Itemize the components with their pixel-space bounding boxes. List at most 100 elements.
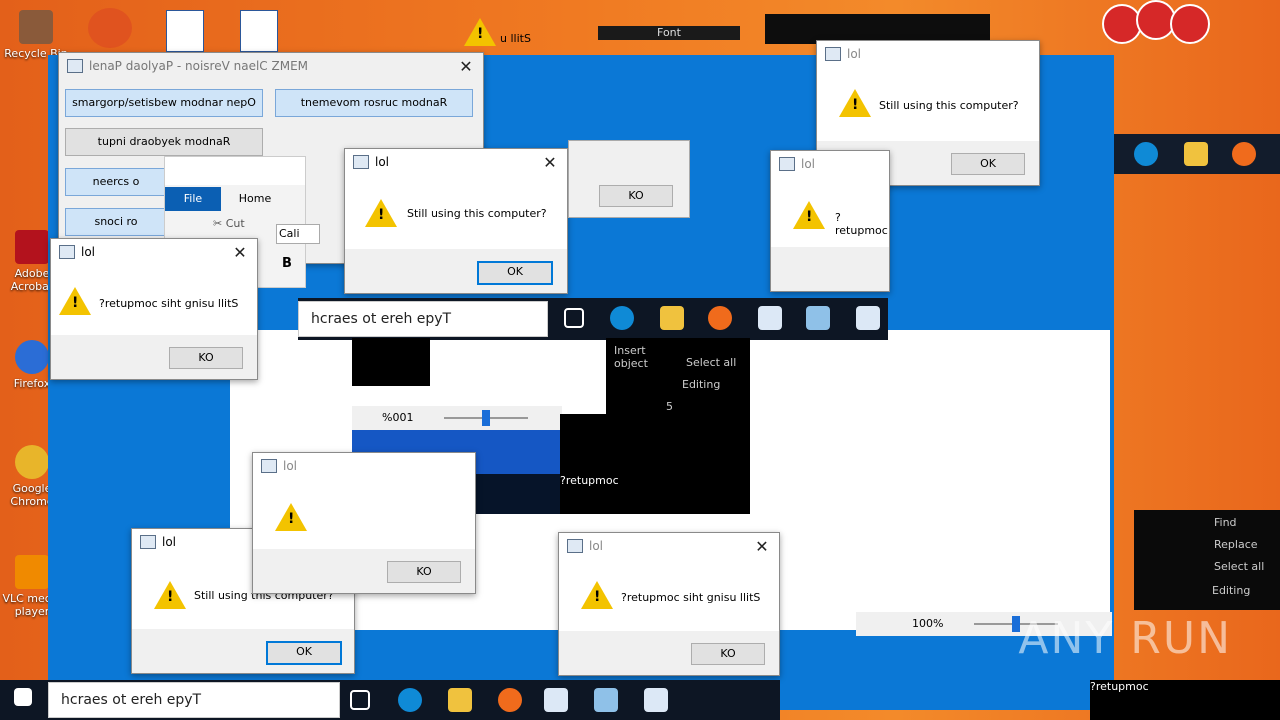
zoom-level: 100% [912,617,944,630]
file-explorer-icon[interactable] [1184,142,1208,166]
dialog-title: lol [847,47,862,61]
dialog-message: Still using this computer? [879,99,1019,112]
edge-icon[interactable] [1134,142,1158,166]
dialog-bottom-mid-fragment[interactable]: lol ! KO [252,452,476,594]
close-icon[interactable]: ✕ [449,57,483,76]
bottom-right-black: ?retupmoc [1090,680,1280,720]
ok-button[interactable]: OK [477,261,553,285]
select-all-label[interactable]: Select all [686,356,736,369]
warning-icon: ! [59,287,91,315]
dialog-message-partial: ?retupmoc [835,211,888,237]
right-taskbar-strip [1114,134,1280,174]
cut-button[interactable]: ✂ Cut [213,217,245,230]
memz-title-bar: lenaP daolyaP - noisreV naelC ZMEM ✕ [59,53,483,79]
warning-icon: ! [275,503,307,531]
firefox-icon [15,340,49,374]
ok-button[interactable]: KO [169,347,243,369]
taskbar-bottom: hcraes ot ereh epyT [0,680,780,720]
memz-button-keyboard[interactable]: tupni draobyek modnaR [65,128,263,156]
memz-button-cursor[interactable]: tnemevom rosruc modnaR [275,89,473,117]
window-icon [261,459,277,473]
acrobat-icon [15,230,49,264]
dialog-title: lol [589,539,604,553]
dialog-center[interactable]: lol ✕ ! Still using this computer? OK [344,148,568,294]
word-quick-access [165,157,305,185]
firefox-icon[interactable] [708,306,732,330]
editing-label-2: Editing [1212,584,1251,597]
ok-button[interactable]: OK [951,153,1025,175]
app-icon-3[interactable] [856,306,880,330]
file-explorer-icon[interactable] [448,688,472,712]
font-box[interactable]: Cali [276,224,320,244]
warning-icon: ! [793,201,825,229]
retupmoc-bottom: ?retupmoc [1090,680,1149,693]
memz-title: lenaP daolyaP - noisreV naelC ZMEM [89,59,309,73]
app-icon-3[interactable] [644,688,668,712]
error-icons-cluster [1100,0,1210,46]
ko-button[interactable]: KO [691,643,765,665]
select-all-label-2[interactable]: Select all [1214,560,1264,573]
replace-label[interactable]: Replace [1214,538,1258,551]
watermark-logo: ANY RUN [1018,613,1232,664]
ko-button[interactable]: KO [599,185,673,207]
vlc-icon [15,555,49,589]
black-doc-block: ?retupmoc [560,414,750,514]
app-icon-2[interactable] [594,688,618,712]
ko-button[interactable]: KO [387,561,461,583]
chrome-icon [15,445,49,479]
warning-icon: ! [581,581,613,609]
dialog-bottom-right[interactable]: lol ✕ ! ?retupmoc siht gnisu llitS KO [558,532,780,676]
dialog-title: lol [283,459,298,473]
task-view-icon[interactable] [350,690,370,710]
file-explorer-icon[interactable] [660,306,684,330]
search-box-middle[interactable]: hcraes ot ereh epyT [298,301,548,337]
edge-desktop-icon[interactable] [88,8,132,48]
retupmoc-text: ?retupmoc [560,474,619,487]
search-box-bottom[interactable]: hcraes ot ereh epyT [48,682,340,718]
close-icon[interactable]: ✕ [533,153,567,172]
window-icon [779,157,795,171]
bold-button[interactable]: B [282,256,292,271]
close-icon[interactable]: ✕ [745,537,779,556]
app-icon-2[interactable] [806,306,830,330]
windows-start-icon[interactable] [14,688,32,706]
memz-button-screen[interactable]: neercs o [65,168,167,196]
word-doc-icon-2[interactable] [240,10,278,52]
zoom-thumb[interactable] [482,410,490,426]
dialog-title: lol [801,157,816,171]
window-icon [353,155,369,169]
tab-file[interactable]: File [165,187,221,211]
dialog-title: lol [375,155,390,169]
word-doc-icon[interactable] [166,10,204,52]
window-icon [825,47,841,61]
app-icon[interactable] [544,688,568,712]
edge-icon[interactable] [398,688,422,712]
editing-label: Editing [682,378,721,391]
memz-button-open-websites[interactable]: smargorp/setisbew modnar nepO [65,89,263,117]
insert-object-label[interactable]: Insert object [614,344,664,370]
ok-button[interactable]: OK [266,641,342,665]
edge-icon[interactable] [610,306,634,330]
zoom-strip: %001 [352,406,562,430]
memz-button-icons[interactable]: snoci ro [65,208,167,236]
dialog-title: lol [81,245,96,259]
ko-button-fragment: KO [568,140,690,218]
dialog-left-reversed[interactable]: lol ✕ ! ?retupmoc siht gnisu llitS KO [50,238,258,380]
firefox-icon[interactable] [1232,142,1256,166]
app-icon[interactable] [758,306,782,330]
warning-icon: ! [154,581,186,609]
firefox-icon[interactable] [498,688,522,712]
dialog-message: Still using this computer? [407,207,547,220]
taskbar-middle: hcraes ot ereh epyT [298,298,888,340]
close-icon[interactable]: ✕ [223,243,257,262]
warning-icon: ! [365,199,397,227]
find-label[interactable]: Find [1214,516,1237,529]
dialog-message: ?retupmoc siht gnisu llitS [621,591,761,604]
window-icon [59,245,75,259]
window-icon [567,539,583,553]
tab-home[interactable]: Home [227,187,283,211]
ruler-mark: 5 [666,400,673,413]
reversed-text-top: u llitS [500,32,531,45]
dialog-mid-right-fragment[interactable]: lol ! ?retupmoc [770,150,890,292]
task-view-icon[interactable] [564,308,584,328]
